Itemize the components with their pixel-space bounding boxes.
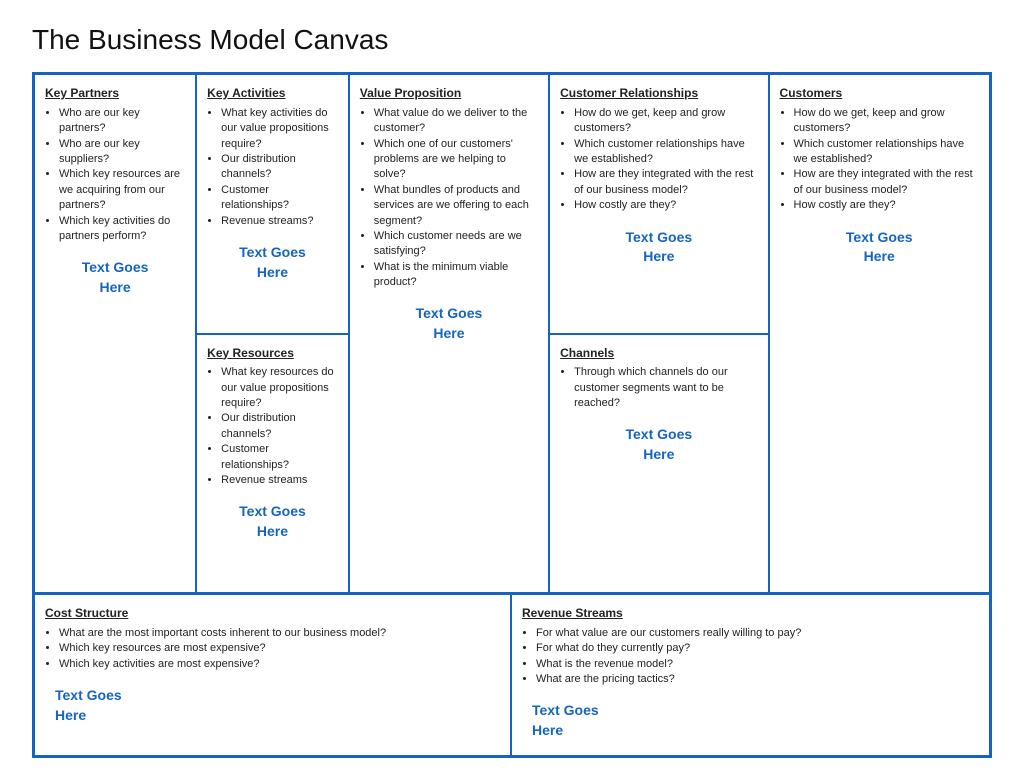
revenue-streams-cell: Revenue Streams For what value are our c…: [512, 595, 989, 755]
list-item: Which key resources are most expensive?: [59, 641, 500, 656]
top-grid: Key Partners Who are our key partners? W…: [35, 75, 989, 595]
list-item: Revenue streams?: [221, 214, 338, 229]
value-prop-cell: Value Proposition What value do we deliv…: [350, 75, 550, 592]
list-item: How costly are they?: [794, 198, 979, 213]
customer-relationships-title: Customer Relationships: [560, 85, 757, 102]
list-item: Which key activities are most expensive?: [59, 657, 500, 672]
list-item: What value do we deliver to the customer…: [374, 106, 538, 137]
list-item: How do we get, keep and grow customers?: [574, 106, 757, 137]
list-item: Which key activities do partners perform…: [59, 214, 185, 245]
key-partners-text: Text GoesHere: [45, 258, 185, 297]
channels-cell: Channels Through which channels do our c…: [550, 335, 767, 593]
customers-title: Customers: [780, 85, 979, 102]
revenue-streams-text: Text GoesHere: [532, 701, 979, 740]
list-item: Through which channels do our customer s…: [574, 365, 757, 411]
list-item: Revenue streams: [221, 473, 338, 488]
customer-relationships-text: Text GoesHere: [560, 228, 757, 267]
customer-relationships-bullets: How do we get, keep and grow customers? …: [560, 106, 757, 214]
list-item: How do we get, keep and grow customers?: [794, 106, 979, 137]
activities-resources-col: Key Activities What key activities do ou…: [197, 75, 350, 592]
canvas: Key Partners Who are our key partners? W…: [32, 72, 992, 758]
key-partners-title: Key Partners: [45, 85, 185, 102]
list-item: Customer relationships?: [221, 183, 338, 214]
value-prop-bullets: What value do we deliver to the customer…: [360, 106, 538, 291]
customers-cell: Customers How do we get, keep and grow c…: [770, 75, 989, 592]
list-item: What key resources do our value proposit…: [221, 365, 338, 411]
list-item: Our distribution channels?: [221, 411, 338, 442]
revenue-streams-bullets: For what value are our customers really …: [522, 626, 979, 688]
list-item: Our distribution channels?: [221, 152, 338, 183]
list-item: How are they integrated with the rest of…: [574, 167, 757, 198]
list-item: What is the minimum viable product?: [374, 260, 538, 291]
list-item: Which customer relationships have we est…: [574, 137, 757, 168]
value-prop-title: Value Proposition: [360, 85, 538, 102]
key-resources-cell: Key Resources What key resources do our …: [197, 335, 348, 593]
list-item: What is the revenue model?: [536, 657, 979, 672]
key-resources-title: Key Resources: [207, 345, 338, 362]
key-partners-cell: Key Partners Who are our key partners? W…: [35, 75, 197, 592]
list-item: How costly are they?: [574, 198, 757, 213]
bottom-row: Cost Structure What are the most importa…: [35, 595, 989, 755]
channels-bullets: Through which channels do our customer s…: [560, 365, 757, 411]
channels-title: Channels: [560, 345, 757, 362]
list-item: What are the most important costs inhere…: [59, 626, 500, 641]
cost-structure-title: Cost Structure: [45, 605, 500, 622]
list-item: For what do they currently pay?: [536, 641, 979, 656]
list-item: Which customer needs are we satisfying?: [374, 229, 538, 260]
list-item: Which one of our customers' problems are…: [374, 137, 538, 183]
key-resources-text: Text GoesHere: [207, 502, 338, 541]
list-item: Which key resources are we acquiring fro…: [59, 167, 185, 213]
customer-relationships-cell: Customer Relationships How do we get, ke…: [550, 75, 767, 335]
list-item: What bundles of products and services ar…: [374, 183, 538, 229]
list-item: Who are our key partners?: [59, 106, 185, 137]
key-activities-bullets: What key activities do our value proposi…: [207, 106, 338, 229]
cost-structure-bullets: What are the most important costs inhere…: [45, 626, 500, 672]
key-activities-cell: Key Activities What key activities do ou…: [197, 75, 348, 335]
list-item: Who are our key suppliers?: [59, 137, 185, 168]
list-item: Customer relationships?: [221, 442, 338, 473]
key-activities-title: Key Activities: [207, 85, 338, 102]
list-item: For what value are our customers really …: [536, 626, 979, 641]
key-resources-bullets: What key resources do our value proposit…: [207, 365, 338, 488]
cost-structure-text: Text GoesHere: [55, 686, 500, 725]
cust-rel-channels-col: Customer Relationships How do we get, ke…: [550, 75, 769, 592]
list-item: How are they integrated with the rest of…: [794, 167, 979, 198]
channels-text: Text GoesHere: [560, 425, 757, 464]
cost-structure-cell: Cost Structure What are the most importa…: [35, 595, 512, 755]
key-activities-text: Text GoesHere: [207, 243, 338, 282]
revenue-streams-title: Revenue Streams: [522, 605, 979, 622]
key-partners-bullets: Who are our key partners? Who are our ke…: [45, 106, 185, 245]
list-item: What are the pricing tactics?: [536, 672, 979, 687]
list-item: What key activities do our value proposi…: [221, 106, 338, 152]
customers-bullets: How do we get, keep and grow customers? …: [780, 106, 979, 214]
page-title: The Business Model Canvas: [32, 24, 992, 56]
value-prop-text: Text GoesHere: [360, 304, 538, 343]
list-item: Which customer relationships have we est…: [794, 137, 979, 168]
customers-text: Text GoesHere: [780, 228, 979, 267]
